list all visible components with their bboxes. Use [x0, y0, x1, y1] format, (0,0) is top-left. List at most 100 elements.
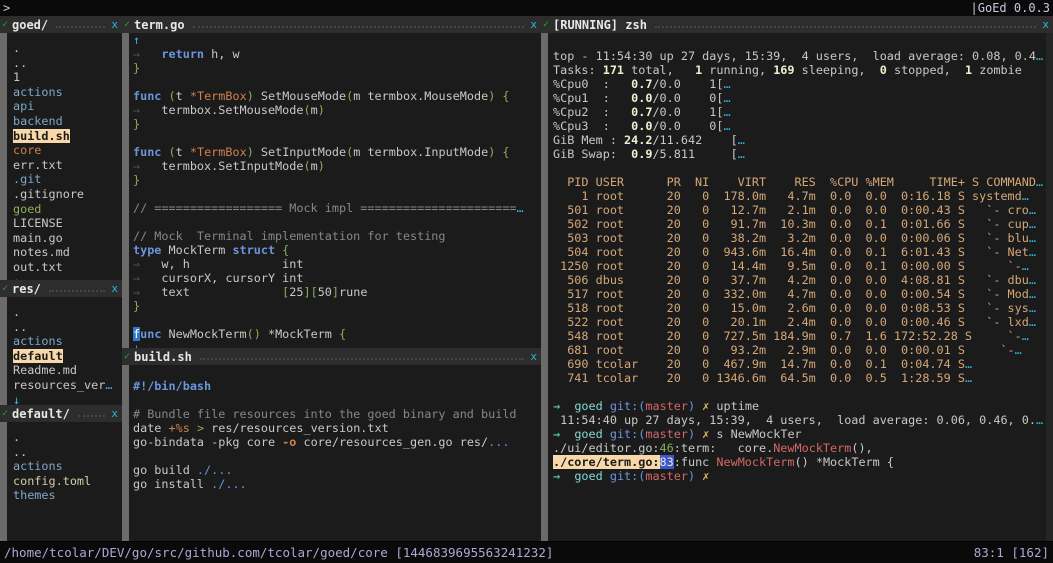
scrollbar[interactable] [0, 33, 7, 280]
text-line[interactable]: 1 root 20 0 178.0m 4.7m 0.0 0.0 0:16.18 … [553, 189, 1046, 203]
text-line[interactable]: ⇒ text [25][50] rune [133, 285, 541, 299]
text-line[interactable]: 1 [13, 70, 122, 85]
file-list-res[interactable]: ... actions default Readme.md resources_ver…… [7, 297, 122, 405]
text-line[interactable]: 1250 root 20 0 14.4m 9.5m 0.0 0.1 0:00.0… [553, 259, 1046, 273]
text-line[interactable] [133, 393, 541, 407]
text-line[interactable]: } [133, 299, 541, 313]
text-line[interactable]: actions [13, 85, 122, 100]
text-line[interactable]: default [13, 348, 122, 364]
text-line[interactable]: 503 root 20 0 38.2m 3.2m 0.0 0.0 0:00.06… [553, 231, 1046, 245]
text-line[interactable]: resources_ver… [13, 378, 122, 393]
text-line[interactable]: 11:54:40 up 27 days, 15:39, 4 users, loa… [553, 413, 1046, 427]
panel-default-titlebar[interactable]: ✓ default/ x [0, 405, 122, 422]
panel-build-sh-titlebar[interactable]: ✓ build.sh x [122, 348, 541, 365]
text-line[interactable] [133, 75, 541, 89]
panel-term-go-titlebar[interactable]: ✓ term.go x [122, 16, 541, 33]
text-line[interactable]: Tasks: 171 total, 1 running, 169 sleepin… [553, 63, 1046, 77]
text-line[interactable]: → goed git:(master) ✗ [553, 469, 1046, 483]
close-view-icon[interactable]: x [111, 407, 122, 420]
text-line[interactable]: core [13, 143, 122, 158]
text-line[interactable]: GiB Swap: 0.9/5.811 [… [553, 147, 1046, 161]
text-line[interactable]: build.sh [13, 128, 122, 144]
text-line[interactable]: 548 root 20 0 727.5m 184.9m 0.7 1.6 172:… [553, 329, 1046, 343]
text-line[interactable]: ↑ [133, 33, 541, 47]
scrollbar[interactable] [541, 33, 548, 541]
text-line[interactable] [133, 449, 541, 463]
text-line[interactable]: ./core/term.go: 83:func NewMockTerm() *Mo… [553, 455, 1046, 469]
file-list-goed[interactable]: ... 1 actions api backend build.sh core err.txt… [7, 33, 122, 280]
close-view-icon[interactable]: x [111, 282, 122, 295]
text-line[interactable]: 502 root 20 0 91.7m 10.3m 0.0 0.1 0:01.6… [553, 217, 1046, 231]
text-line[interactable]: api [13, 99, 122, 114]
text-line[interactable] [553, 161, 1046, 175]
text-line[interactable] [133, 187, 541, 201]
text-line[interactable]: %Cpu0 : 0.7/0.0 1[… [553, 77, 1046, 91]
text-line[interactable]: #!/bin/bash [133, 379, 541, 393]
text-line[interactable]: %Cpu3 : 0.0/0.0 0[… [553, 119, 1046, 133]
text-line[interactable]: 506 dbus 20 0 37.7m 4.2m 0.0 0.0 4:08.81… [553, 273, 1046, 287]
text-line[interactable]: goed [13, 202, 122, 217]
text-line[interactable]: 741 tcolar 20 0 1346.6m 64.5m 0.0 0.5 1:… [553, 371, 1046, 385]
text-line[interactable]: %Cpu1 : 0.0/0.0 0[… [553, 91, 1046, 105]
text-line[interactable]: # Bundle file resources into the goed bi… [133, 407, 541, 421]
text-line[interactable]: ⇒ return h, w [133, 47, 541, 61]
text-line[interactable]: notes.md [13, 245, 122, 260]
text-line[interactable]: } [133, 117, 541, 131]
text-line[interactable]: .gitignore [13, 187, 122, 202]
text-line[interactable]: f unc NewMockTerm() *MockTerm { [133, 327, 541, 341]
text-line[interactable]: actions [13, 459, 122, 474]
text-line[interactable]: → goed git:(master) ✗ uptime [553, 399, 1046, 413]
text-line[interactable]: ⇒ cursorX, cursorY int [133, 271, 541, 285]
text-line[interactable]: .. [13, 320, 122, 335]
scrollbar[interactable] [0, 422, 7, 541]
text-line[interactable]: go build ./... [133, 463, 541, 477]
text-line[interactable]: themes [13, 488, 122, 503]
text-line[interactable]: backend [13, 114, 122, 129]
panel-zsh-titlebar[interactable]: ✓ [RUNNING] zsh x [541, 16, 1053, 33]
editor-build-sh[interactable]: #!/bin/bash # Bundle file resources into … [129, 365, 541, 541]
scrollbar[interactable] [122, 365, 129, 541]
text-line[interactable]: config.toml [13, 474, 122, 489]
text-line[interactable]: 690 tcolar 20 0 467.9m 14.7m 0.0 0.1 0:0… [553, 357, 1046, 371]
text-line[interactable]: func (t *TermBox) SetMouseMode(m termbox… [133, 89, 541, 103]
close-view-icon[interactable]: x [1042, 18, 1053, 31]
text-line[interactable]: %Cpu2 : 0.7/0.0 1[… [553, 105, 1046, 119]
text-line[interactable]: GiB Mem : 24.2/11.642 [… [553, 133, 1046, 147]
text-line[interactable]: go-bindata -pkg core -o core/resources_g… [133, 435, 541, 449]
close-view-icon[interactable]: x [530, 350, 541, 363]
text-line[interactable]: go install ./... [133, 477, 541, 491]
text-line[interactable]: top - 11:54:30 up 27 days, 15:39, 4 user… [553, 49, 1046, 63]
text-line[interactable]: // ================== Mock impl ========… [133, 201, 541, 215]
text-line[interactable]: Readme.md [13, 363, 122, 378]
text-line[interactable]: 681 root 20 0 93.2m 2.9m 0.0 0.0 0:00.01… [553, 343, 1046, 357]
text-line[interactable]: 518 root 20 0 15.0m 2.6m 0.0 0.0 0:08.53… [553, 301, 1046, 315]
text-line[interactable]: } [133, 173, 541, 187]
scrollbar[interactable] [122, 33, 129, 348]
text-line[interactable]: → goed git:(master) ✗ s NewMockTer [553, 427, 1046, 441]
text-line[interactable]: err.txt [13, 158, 122, 173]
text-line[interactable]: ⇒ termbox.SetMouseMode(m) [133, 103, 541, 117]
text-line[interactable] [133, 131, 541, 145]
scrollbar[interactable] [0, 297, 7, 405]
close-view-icon[interactable]: x [111, 18, 122, 31]
text-line[interactable]: // Mock Terminal implementation for test… [133, 229, 541, 243]
text-line[interactable]: date +%s > res/resources_version.txt [133, 421, 541, 435]
text-line[interactable] [553, 35, 1046, 49]
text-line[interactable]: . [13, 41, 122, 56]
text-line[interactable]: actions [13, 334, 122, 349]
text-line[interactable]: ↓ [13, 393, 122, 405]
text-line[interactable]: . [13, 305, 122, 320]
text-line[interactable]: ./ui/editor.go: 46:term: core. NewMockTerm… [553, 441, 1046, 455]
text-line[interactable] [133, 365, 541, 379]
text-line[interactable]: LICENSE [13, 216, 122, 231]
text-line[interactable]: PID USER PR NI VIRT RES %CPU %MEM TIME+ … [553, 175, 1046, 189]
text-line[interactable]: ↓ [133, 341, 541, 348]
text-line[interactable]: out.txt [13, 260, 122, 275]
file-list-default[interactable]: ... actions config.toml themes [7, 422, 122, 541]
terminal-zsh[interactable]: top - 11:54:30 up 27 days, 15:39, 4 user… [548, 33, 1046, 541]
text-line[interactable] [553, 385, 1046, 399]
text-line[interactable]: . [13, 430, 122, 445]
text-line[interactable]: ⇒ termbox.SetInputMode(m) [133, 159, 541, 173]
text-line[interactable]: .. [13, 445, 122, 460]
close-view-icon[interactable]: x [530, 18, 541, 31]
